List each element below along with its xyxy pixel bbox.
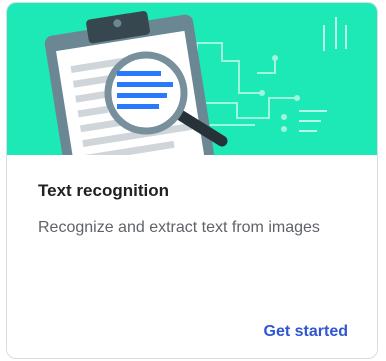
hero-illustration (7, 3, 377, 155)
card-title: Text recognition (38, 181, 169, 200)
feature-card[interactable]: Text recognition Recognize and extract t… (6, 2, 378, 359)
card-description: Recognize and extract text from images (38, 219, 320, 236)
get-started-link[interactable]: Get started (264, 323, 348, 341)
card-content: Text recognition Recognize and extract t… (7, 155, 377, 358)
